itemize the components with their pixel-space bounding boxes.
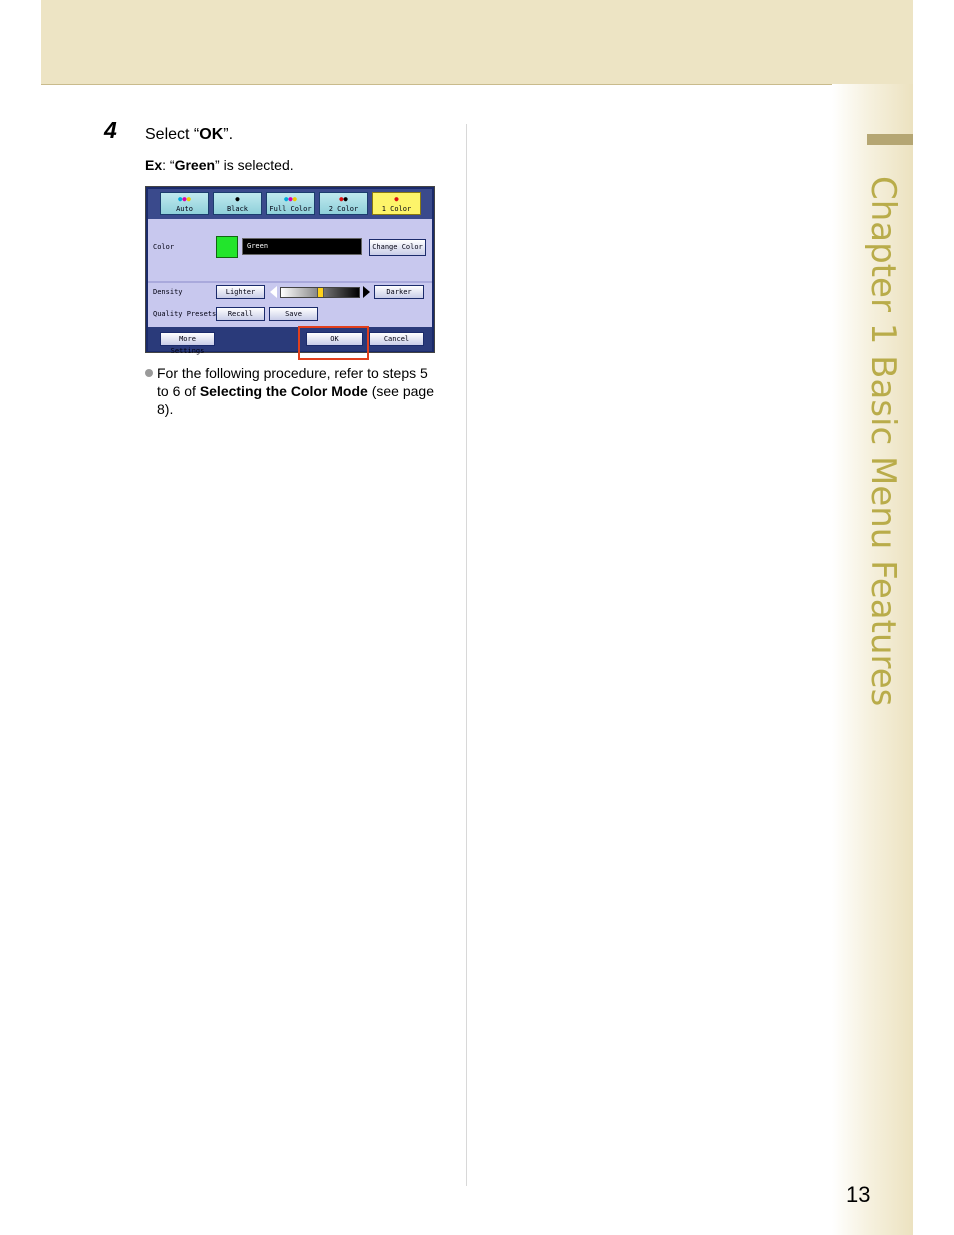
save-button[interactable]: Save [269, 307, 318, 321]
recall-button[interactable]: Recall [216, 307, 265, 321]
mode-button-1-color[interactable]: ● 1 Color [372, 192, 421, 215]
black-dot-icon: ● [235, 195, 240, 203]
example-value: Green [174, 157, 216, 173]
procedure-note: For the following procedure, refer to st… [145, 364, 445, 418]
multicolor-dots-icon: ●●● [284, 195, 297, 203]
step-prefix: Select “ [145, 126, 200, 143]
chapter-marker [867, 134, 913, 145]
column-divider [466, 124, 467, 1186]
mode-label: Full Color [269, 205, 312, 213]
two-color-dots-icon: ●● [339, 195, 348, 203]
note-line-3: 8). [157, 401, 174, 417]
copier-screen: ●●● Auto ● Black ●●● Full Color ●● 2 Col… [145, 186, 435, 355]
color-row: Color Green Change Color [148, 219, 432, 281]
mode-label: 2 Color [328, 205, 359, 213]
color-value-field: Green [242, 238, 362, 255]
note-text-1: For the following procedure, refer to st… [157, 365, 428, 381]
ok-highlight-box [298, 326, 369, 360]
density-slider-thumb[interactable] [317, 288, 324, 297]
step-instruction: Select “OK”. [145, 126, 233, 144]
screen-bottom-bar: More Settings OK Cancel [148, 327, 432, 355]
example-text: Ex: “Green” is selected. [145, 157, 294, 173]
arrow-left-icon [270, 286, 277, 298]
note-section-reference: Selecting the Color Mode [199, 383, 368, 399]
page-number: 13 [846, 1182, 871, 1207]
note-line-1: For the following procedure, refer to st… [145, 364, 445, 382]
change-color-button[interactable]: Change Color [369, 239, 426, 256]
more-settings-button[interactable]: More Settings [160, 332, 215, 355]
quality-presets-label: Quality Presets [153, 310, 217, 318]
lighter-button[interactable]: Lighter [216, 285, 265, 299]
density-row: Density Lighter Darker [148, 281, 432, 305]
color-mode-bar: ●●● Auto ● Black ●●● Full Color ●● 2 Col… [148, 189, 432, 219]
arrow-right-icon [363, 286, 370, 298]
header-band [41, 0, 913, 85]
mode-label: Black [226, 205, 249, 213]
example-label: Ex [145, 157, 163, 173]
multicolor-dots-icon: ●●● [178, 195, 191, 203]
darker-button[interactable]: Darker [374, 285, 424, 299]
example-suffix: ” is selected. [215, 157, 294, 173]
chapter-title: Chapter 1 Basic Menu Features [863, 176, 903, 707]
color-label: Color [153, 243, 175, 251]
step-target: OK [199, 126, 224, 143]
bullet-icon [145, 369, 153, 377]
density-label: Density [153, 288, 183, 296]
cancel-button[interactable]: Cancel [369, 332, 424, 346]
mode-button-full-color[interactable]: ●●● Full Color [266, 192, 315, 215]
step-suffix: ”. [223, 126, 234, 143]
note-line-2: to 6 of Selecting the Color Mode (see pa… [145, 382, 445, 400]
step-number: 4 [104, 117, 117, 143]
color-swatch [216, 236, 238, 258]
mode-button-auto[interactable]: ●●● Auto [160, 192, 209, 215]
density-slider[interactable] [280, 287, 360, 298]
quality-presets-row: Quality Presets Recall Save [148, 305, 432, 327]
note-text-2-prefix: to 6 of [157, 383, 200, 399]
mode-label: Auto [176, 205, 193, 213]
note-text-2-suffix: (see page [367, 383, 434, 399]
example-prefix: : “ [162, 157, 175, 173]
mode-button-2-color[interactable]: ●● 2 Color [319, 192, 368, 215]
mode-label: 1 Color [381, 205, 412, 213]
mode-button-black[interactable]: ● Black [213, 192, 262, 215]
red-dot-icon: ● [394, 195, 399, 203]
